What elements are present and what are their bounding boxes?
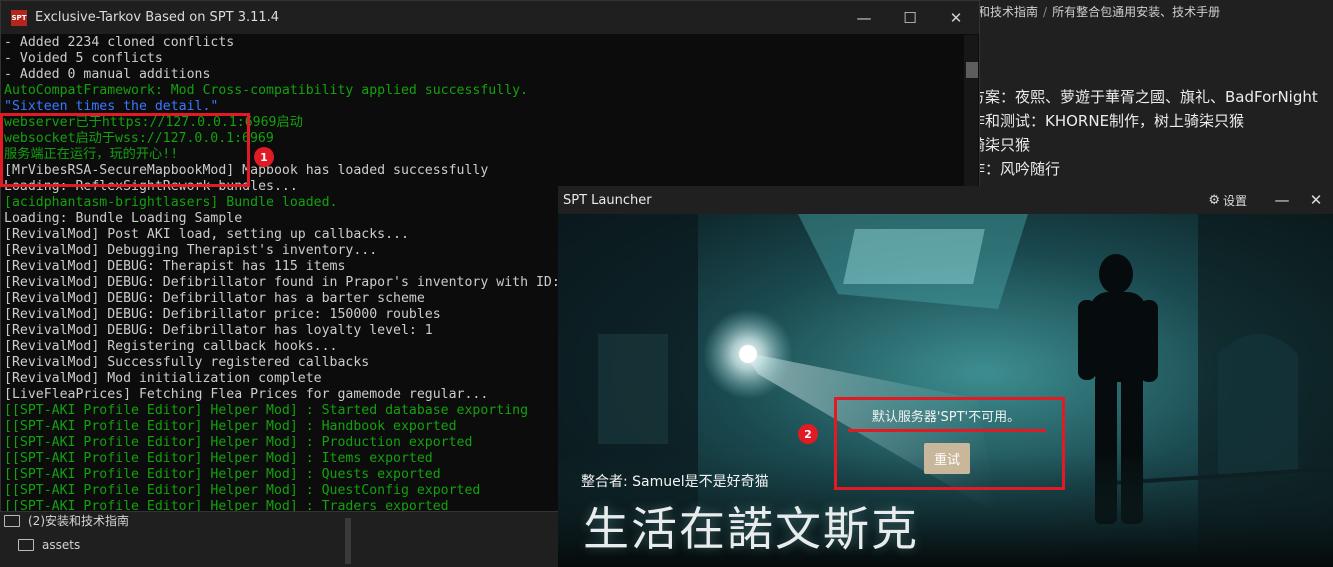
maximize-button[interactable]: ☐ <box>887 1 933 34</box>
annotation-badge-1: 1 <box>254 147 274 167</box>
annotation-box-2 <box>834 397 1065 490</box>
scrollbar-thumb[interactable] <box>966 62 978 78</box>
doc-line: 作和测试：KHORNE制作，树上骑柒只猴 <box>970 112 1245 130</box>
explorer-item[interactable]: assets <box>18 538 80 552</box>
doc-line: 作：风吟随行 <box>970 160 1061 178</box>
settings-label: 设置 <box>1222 193 1247 208</box>
console-titlebar[interactable]: SPT Exclusive-Tarkov Based on SPT 3.11.4… <box>1 1 979 34</box>
gear-icon: ⚙ <box>1208 192 1220 208</box>
minimize-icon: — <box>856 8 872 27</box>
launcher-close-button[interactable]: ✕ <box>1299 191 1333 209</box>
folder-icon <box>18 538 34 551</box>
breadcrumb-item[interactable]: 和技术指南 <box>978 5 1038 19</box>
explorer-item-label: (2)安装和技术指南 <box>28 514 129 528</box>
annotation-box-1 <box>0 113 250 187</box>
launcher-window: SPT Launcher ⚙ 设置 — ✕ 默认服务器'SPT'不可用。 重试 … <box>558 186 1333 567</box>
doc-line: 方案：夜熙、萝遊于華胥之國、旗礼、BadForNight <box>970 88 1318 106</box>
annotation-badge-2: 2 <box>798 424 818 444</box>
console-line: - Voided 5 conflicts <box>4 51 163 66</box>
launcher-minimize-button[interactable]: — <box>1265 191 1299 209</box>
breadcrumb-item[interactable]: 所有整合包通用安装、技术手册 <box>1052 5 1220 19</box>
launcher-titlebar[interactable]: SPT Launcher ⚙ 设置 — ✕ <box>558 186 1333 214</box>
console-line: AutoCompatFramework: Mod Cross-compatibi… <box>4 83 529 98</box>
close-icon: ✕ <box>949 8 963 27</box>
annotation-underline <box>848 429 1046 432</box>
launcher-title: SPT Launcher <box>563 192 652 208</box>
minimize-button[interactable]: — <box>841 1 887 34</box>
settings-button[interactable]: ⚙ 设置 <box>1208 192 1247 209</box>
breadcrumb: 和技术指南 / 所有整合包通用安装、技术手册 <box>978 5 1221 19</box>
background-document: 和技术指南/所有整合包通用安装、技术手册 ? 方案：夜熙、萝遊于華胥之國、旗礼、… <box>960 0 1333 190</box>
maximize-icon: ☐ <box>903 8 917 27</box>
credit-text: 整合者: Samuel是不是好奇猫 <box>581 474 769 490</box>
console-title: Exclusive-Tarkov Based on SPT 3.11.4 <box>35 10 280 25</box>
console-line: - Added 0 manual additions <box>4 67 211 82</box>
minimize-icon: — <box>1274 191 1290 209</box>
explorer-scrollbar[interactable] <box>345 518 351 564</box>
console-line: - Added 2234 cloned conflicts <box>4 35 235 50</box>
folder-icon <box>4 514 20 527</box>
spt-app-icon: SPT <box>11 9 27 26</box>
file-explorer: (2)安装和技术指南 assets <box>0 512 560 567</box>
explorer-item[interactable]: (2)安装和技术指南 <box>4 512 129 529</box>
explorer-item-label: assets <box>42 538 81 552</box>
game-title: 生活在諾文斯克 <box>583 502 919 556</box>
close-icon: ✕ <box>1309 191 1323 209</box>
close-button[interactable]: ✕ <box>933 1 979 34</box>
